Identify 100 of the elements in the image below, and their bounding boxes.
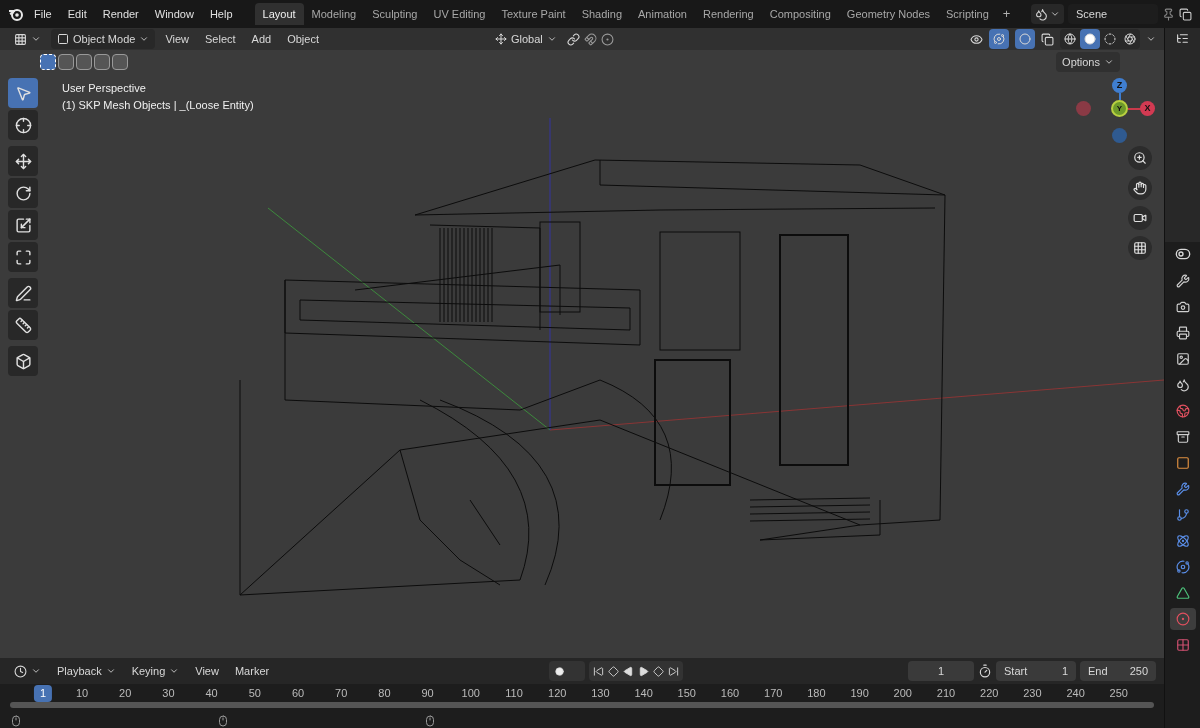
play-icon[interactable] [638,665,650,677]
tool-button[interactable] [8,278,38,308]
move-tool-icon [14,152,32,170]
current-frame-field[interactable]: 1 [908,661,974,681]
snap-icon[interactable] [583,32,597,46]
world-properties-icon [1175,404,1190,418]
timeline-menu-item[interactable]: Keying [125,661,186,681]
workspace-tab[interactable]: Rendering [694,3,762,25]
jump-end-icon[interactable] [668,665,680,677]
rotate-tool-icon [14,184,32,202]
options-dropdown[interactable]: Options [1056,52,1120,72]
tool-button[interactable] [8,242,38,272]
workspace-tab[interactable]: Compositing [761,3,839,25]
frame-number: 60 [291,686,305,701]
outliner-icon[interactable] [1176,32,1189,45]
workspace-tab[interactable]: Shading [573,3,631,25]
frame-number: 170 [764,686,783,701]
frame-number: 220 [980,686,999,701]
current-frame-marker: 1 [33,685,53,702]
caret-icon[interactable] [1146,34,1156,44]
new-scene-icon[interactable] [1179,7,1192,21]
workspace-tab[interactable]: Layout [254,3,304,25]
stopwatch-icon[interactable] [978,664,992,678]
pan-button[interactable] [1128,176,1152,200]
caret-icon [546,34,557,44]
select-mode-button[interactable] [58,54,74,70]
workspace-tab[interactable]: Scripting [938,3,997,25]
play-reverse-icon[interactable] [623,665,635,677]
overlay-toggle-button[interactable] [1015,29,1035,49]
orientation-dropdown[interactable]: Global [489,29,563,49]
timeline-scrollbar[interactable] [10,702,1154,708]
workspace-tab[interactable]: UV Editing [425,3,494,25]
viewport-menu-item[interactable]: Object [281,29,325,49]
shading-mode-button[interactable] [1080,29,1100,49]
orthographic-toggle-button[interactable] [1128,236,1152,260]
workspace-tab[interactable]: Texture Paint [493,3,574,25]
menu-item[interactable]: Render [96,5,145,23]
frame-number: 160 [720,686,740,701]
visibility-icon[interactable] [970,32,983,46]
tool-button[interactable] [8,146,38,176]
timeline-menu-item[interactable]: Playback [51,661,122,681]
start-frame-field[interactable]: Start 1 [996,661,1076,681]
viewport-menu-item[interactable]: Select [199,29,242,49]
xray-toggle-icon[interactable] [1041,32,1054,46]
frame-number: 80 [378,686,391,701]
select-mode-button[interactable] [76,54,92,70]
workspace-tab[interactable]: Animation [630,3,695,25]
prev-keyframe-icon[interactable] [608,665,620,677]
mode-dropdown[interactable]: Object Mode [51,29,156,49]
scene-selector-button[interactable] [1031,4,1064,24]
workspace-tab[interactable]: Geometry Nodes [838,3,938,25]
jump-start-icon[interactable] [593,665,605,677]
object-mode-icon [57,33,69,45]
frame-number: 230 [1023,686,1042,701]
menu-item[interactable]: Window [148,5,200,23]
gizmo-toggle-button[interactable] [989,29,1009,49]
record-button[interactable] [549,661,586,681]
proportional-edit-icon[interactable] [600,32,614,46]
video-camera-icon [1133,211,1147,225]
select-mode-button[interactable] [94,54,110,70]
x-axis-handle[interactable]: X [1140,101,1155,116]
y-axis-handle[interactable]: Y [1111,100,1128,117]
properties-editor-icon[interactable] [1174,246,1191,262]
select-mode-button[interactable] [112,54,128,70]
constraints-properties-icon [1175,560,1190,574]
end-frame-field[interactable]: End 250 [1080,661,1156,681]
tool-button[interactable] [8,178,38,208]
frame-number: 110 [505,686,523,701]
camera-view-button[interactable] [1128,206,1152,230]
tool-button[interactable] [8,110,38,140]
next-keyframe-icon[interactable] [653,665,665,677]
scene-name-field[interactable]: Scene [1068,4,1158,24]
physics-properties-icon [1175,534,1190,548]
render-properties-icon [1175,300,1190,314]
menu-item[interactable]: Edit [61,5,93,23]
tool-button[interactable] [8,210,38,240]
shading-icon [1124,33,1136,45]
viewport-menu-item[interactable]: View [159,29,196,49]
negative-x-handle[interactable] [1076,101,1091,116]
pin-icon[interactable] [1162,7,1175,21]
negative-z-handle[interactable] [1112,128,1127,143]
hand-icon [1133,181,1147,195]
scale-tool-icon [14,216,32,234]
z-axis-handle[interactable]: Z [1112,78,1127,93]
add-workspace-button[interactable]: + [996,4,1017,24]
workspace-tab[interactable]: Modeling [303,3,365,25]
caret-icon [31,34,41,44]
timeline-menu-item[interactable]: Marker [228,661,276,681]
viewport-menu-item[interactable]: Add [245,29,278,49]
pivot-icon[interactable] [566,32,580,46]
tool-button[interactable] [8,310,38,340]
tool-button[interactable] [8,346,38,376]
timeline-menu-item[interactable]: View [189,661,225,681]
menu-item[interactable]: File [28,5,58,23]
workspace-tab[interactable]: Sculpting [364,3,426,25]
zoom-button[interactable] [1128,146,1152,170]
menu-item[interactable]: Help [203,5,239,23]
app-logo-icon[interactable] [8,7,24,21]
grid-icon [1133,241,1147,255]
frame-number: 40 [205,686,218,701]
